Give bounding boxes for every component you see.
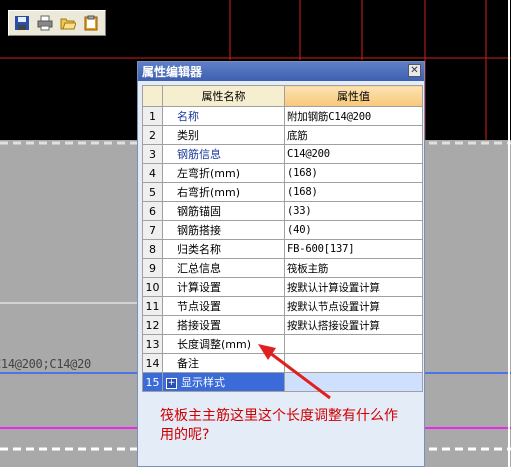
property-name[interactable]: 名称	[162, 106, 285, 126]
property-name-label: 钢筋锚固	[177, 205, 221, 218]
property-row[interactable]: 7 钢筋搭接 (40)	[142, 220, 423, 240]
save-icon[interactable]	[13, 14, 31, 32]
row-number: 15	[142, 372, 163, 392]
property-value[interactable]: 按默认节点设置计算	[284, 296, 423, 316]
row-number: 2	[142, 125, 163, 145]
property-row[interactable]: 6 钢筋锚固 (33)	[142, 201, 423, 221]
property-value[interactable]: 底筋	[284, 125, 423, 145]
property-row[interactable]: 12 搭接设置 按默认搭接设置计算	[142, 315, 423, 335]
property-name-label: 备注	[177, 357, 199, 370]
property-row[interactable]: 1 名称 附加钢筋C14@200	[142, 106, 423, 126]
window-titlebar[interactable]: 属性编辑器 ✕	[138, 62, 424, 81]
property-name-label: 长度调整(mm)	[177, 338, 252, 351]
property-row[interactable]: 3 钢筋信息 C14@200	[142, 144, 423, 164]
property-name[interactable]: 汇总信息	[162, 258, 285, 278]
corner-cell	[142, 85, 163, 107]
property-row[interactable]: 15 + 显示样式	[142, 372, 423, 392]
property-value[interactable]	[284, 372, 423, 392]
property-name-label: 左弯折(mm)	[177, 167, 241, 180]
property-value[interactable]: FB-600[137]	[284, 239, 423, 259]
row-number: 8	[142, 239, 163, 259]
property-row[interactable]: 4 左弯折(mm) (168)	[142, 163, 423, 183]
close-icon: ✕	[410, 65, 419, 76]
property-value[interactable]: C14@200	[284, 144, 423, 164]
toolbar	[8, 10, 106, 36]
property-name[interactable]: + 显示样式	[162, 372, 285, 392]
clipboard-icon[interactable]	[82, 14, 100, 32]
property-value[interactable]	[284, 334, 423, 354]
property-name[interactable]: 左弯折(mm)	[162, 163, 285, 183]
print-icon[interactable]	[36, 14, 54, 32]
property-row[interactable]: 9 汇总信息 筏板主筋	[142, 258, 423, 278]
property-name[interactable]: 右弯折(mm)	[162, 182, 285, 202]
row-number: 4	[142, 163, 163, 183]
header-value[interactable]: 属性值	[284, 85, 423, 107]
annotation-text: 筏板主主筋这里这个长度调整有什么作用的呢?	[160, 408, 398, 443]
property-row[interactable]: 13 长度调整(mm)	[142, 334, 423, 354]
row-number: 3	[142, 144, 163, 164]
property-value[interactable]: 筏板主筋	[284, 258, 423, 278]
open-icon[interactable]	[59, 14, 77, 32]
property-value[interactable]: 按默认搭接设置计算	[284, 315, 423, 335]
property-name[interactable]: 备注	[162, 353, 285, 373]
property-name-label: 钢筋信息	[177, 148, 221, 161]
row-number: 7	[142, 220, 163, 240]
property-name[interactable]: 搭接设置	[162, 315, 285, 335]
window-title: 属性编辑器	[142, 65, 203, 79]
property-name[interactable]: 钢筋锚固	[162, 201, 285, 221]
row-number: 12	[142, 315, 163, 335]
row-number: 1	[142, 106, 163, 126]
row-number: 6	[142, 201, 163, 221]
row-number: 10	[142, 277, 163, 297]
property-value[interactable]	[284, 353, 423, 373]
property-name[interactable]: 钢筋信息	[162, 144, 285, 164]
property-value[interactable]: (168)	[284, 163, 423, 183]
property-name-label: 右弯折(mm)	[177, 186, 241, 199]
row-number: 11	[142, 296, 163, 316]
row-number: 14	[142, 353, 163, 373]
property-name-label: 节点设置	[177, 300, 221, 313]
property-grid: 属性名称 属性值 1 名称 附加钢筋C14@200 2 类别 底筋 3 钢筋信息 C14@200…	[142, 85, 423, 392]
header-name[interactable]: 属性名称	[162, 85, 285, 107]
property-value[interactable]: 按默认计算设置计算	[284, 277, 423, 297]
property-row[interactable]: 10 计算设置 按默认计算设置计算	[142, 277, 423, 297]
row-number: 5	[142, 182, 163, 202]
property-name[interactable]: 节点设置	[162, 296, 285, 316]
property-name-label: 搭接设置	[177, 319, 221, 332]
property-row[interactable]: 8 归类名称 FB-600[137]	[142, 239, 423, 259]
expand-icon[interactable]: +	[166, 377, 177, 389]
row-number: 13	[142, 334, 163, 354]
row-number: 9	[142, 258, 163, 278]
property-name[interactable]: 钢筋搭接	[162, 220, 285, 240]
property-name-label: 计算设置	[177, 281, 221, 294]
property-value[interactable]: (40)	[284, 220, 423, 240]
property-row[interactable]: 2 类别 底筋	[142, 125, 423, 145]
grid-header: 属性名称 属性值	[142, 85, 423, 107]
property-row[interactable]: 14 备注	[142, 353, 423, 373]
property-name-label: 归类名称	[177, 243, 221, 256]
property-value[interactable]: 附加钢筋C14@200	[284, 106, 423, 126]
property-name-label: 显示样式	[181, 376, 225, 389]
property-value[interactable]: (33)	[284, 201, 423, 221]
property-value[interactable]: (168)	[284, 182, 423, 202]
property-row[interactable]: 11 节点设置 按默认节点设置计算	[142, 296, 423, 316]
property-name-label: 类别	[177, 129, 199, 142]
property-name[interactable]: 归类名称	[162, 239, 285, 259]
rebar-label: C14@200;C14@20	[0, 357, 91, 371]
close-button[interactable]: ✕	[408, 64, 421, 77]
property-name[interactable]: 计算设置	[162, 277, 285, 297]
property-name-label: 汇总信息	[177, 262, 221, 275]
property-row[interactable]: 5 右弯折(mm) (168)	[142, 182, 423, 202]
property-name-label: 名称	[177, 110, 199, 123]
property-name[interactable]: 长度调整(mm)	[162, 334, 285, 354]
property-name-label: 钢筋搭接	[177, 224, 221, 237]
property-name[interactable]: 类别	[162, 125, 285, 145]
